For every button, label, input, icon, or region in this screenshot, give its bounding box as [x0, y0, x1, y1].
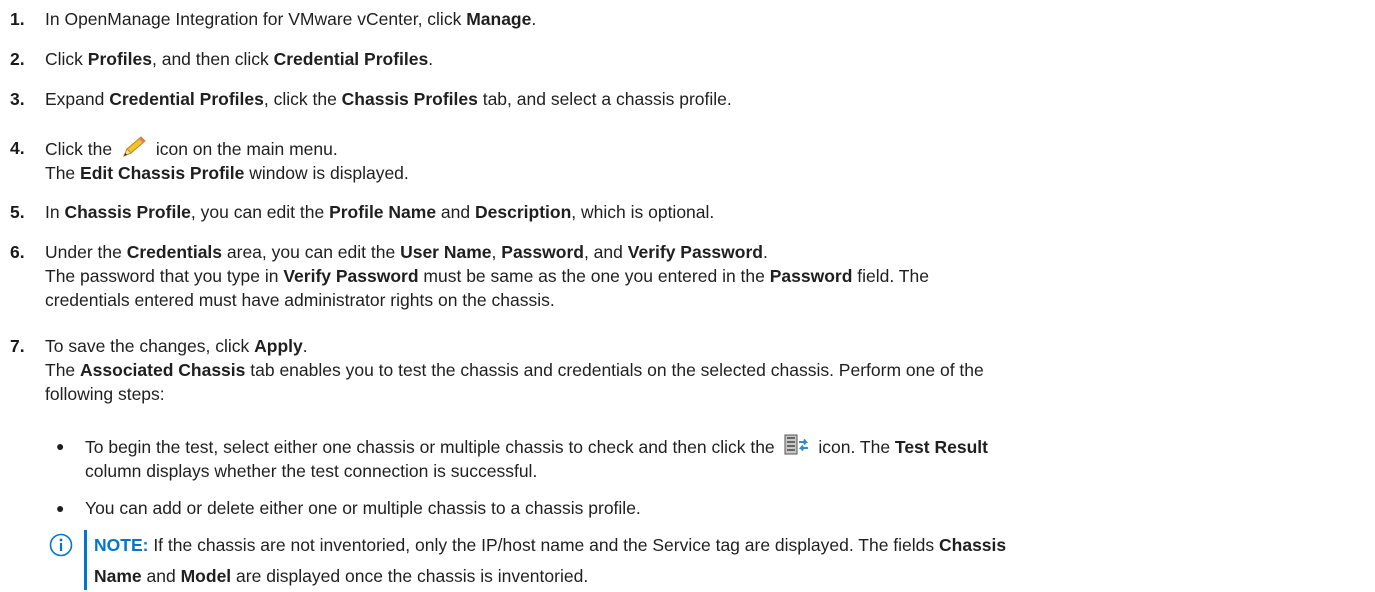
step-number: 6.: [10, 242, 25, 262]
step-number: 1.: [10, 9, 25, 29]
note-text-cont: Name and Model are displayed once the ch…: [94, 566, 589, 586]
step-result-cont: credentials entered must have administra…: [45, 290, 555, 311]
note-callout: NOTE: If the chassis are not inventoried…: [45, 530, 1370, 592]
step-text: Click the icon on the main menu.: [45, 136, 1370, 161]
step-result: The Edit Chassis Profile window is displ…: [45, 163, 409, 184]
step-text: Expand Credential Profiles, click the Ch…: [45, 89, 732, 109]
bullet-text: You can add or delete either one or mult…: [85, 498, 641, 518]
step-text: Under the Credentials area, you can edit…: [45, 242, 768, 262]
note-label: NOTE:: [94, 535, 149, 555]
step-text: To save the changes, click Apply.: [45, 336, 308, 356]
bullet-icon: ●: [56, 500, 65, 516]
step-text: In OpenManage Integration for VMware vCe…: [45, 9, 537, 29]
bullet-icon: ●: [56, 438, 65, 454]
pencil-icon: [121, 136, 147, 158]
step-number: 4.: [10, 138, 25, 158]
step-number: 3.: [10, 89, 25, 109]
step-result-cont: following steps:: [45, 384, 165, 405]
step-text: Click Profiles, and then click Credentia…: [45, 49, 434, 69]
step-result: The password that you type in Verify Pas…: [45, 266, 929, 287]
step-number: 5.: [10, 202, 25, 222]
step-result: The Associated Chassis tab enables you t…: [45, 360, 984, 381]
bullet-text: To begin the test, select either one cha…: [85, 434, 1365, 459]
step-number: 7.: [10, 336, 25, 356]
step-number: 2.: [10, 49, 25, 69]
note-accent-bar: [84, 530, 87, 590]
bullet-text-cont: column displays whether the test connect…: [85, 461, 538, 482]
step-text: In Chassis Profile, you can edit the Pro…: [45, 202, 715, 222]
note-text: NOTE: If the chassis are not inventoried…: [94, 535, 1007, 555]
info-icon: [49, 533, 73, 557]
chassis-test-icon: [784, 434, 810, 456]
